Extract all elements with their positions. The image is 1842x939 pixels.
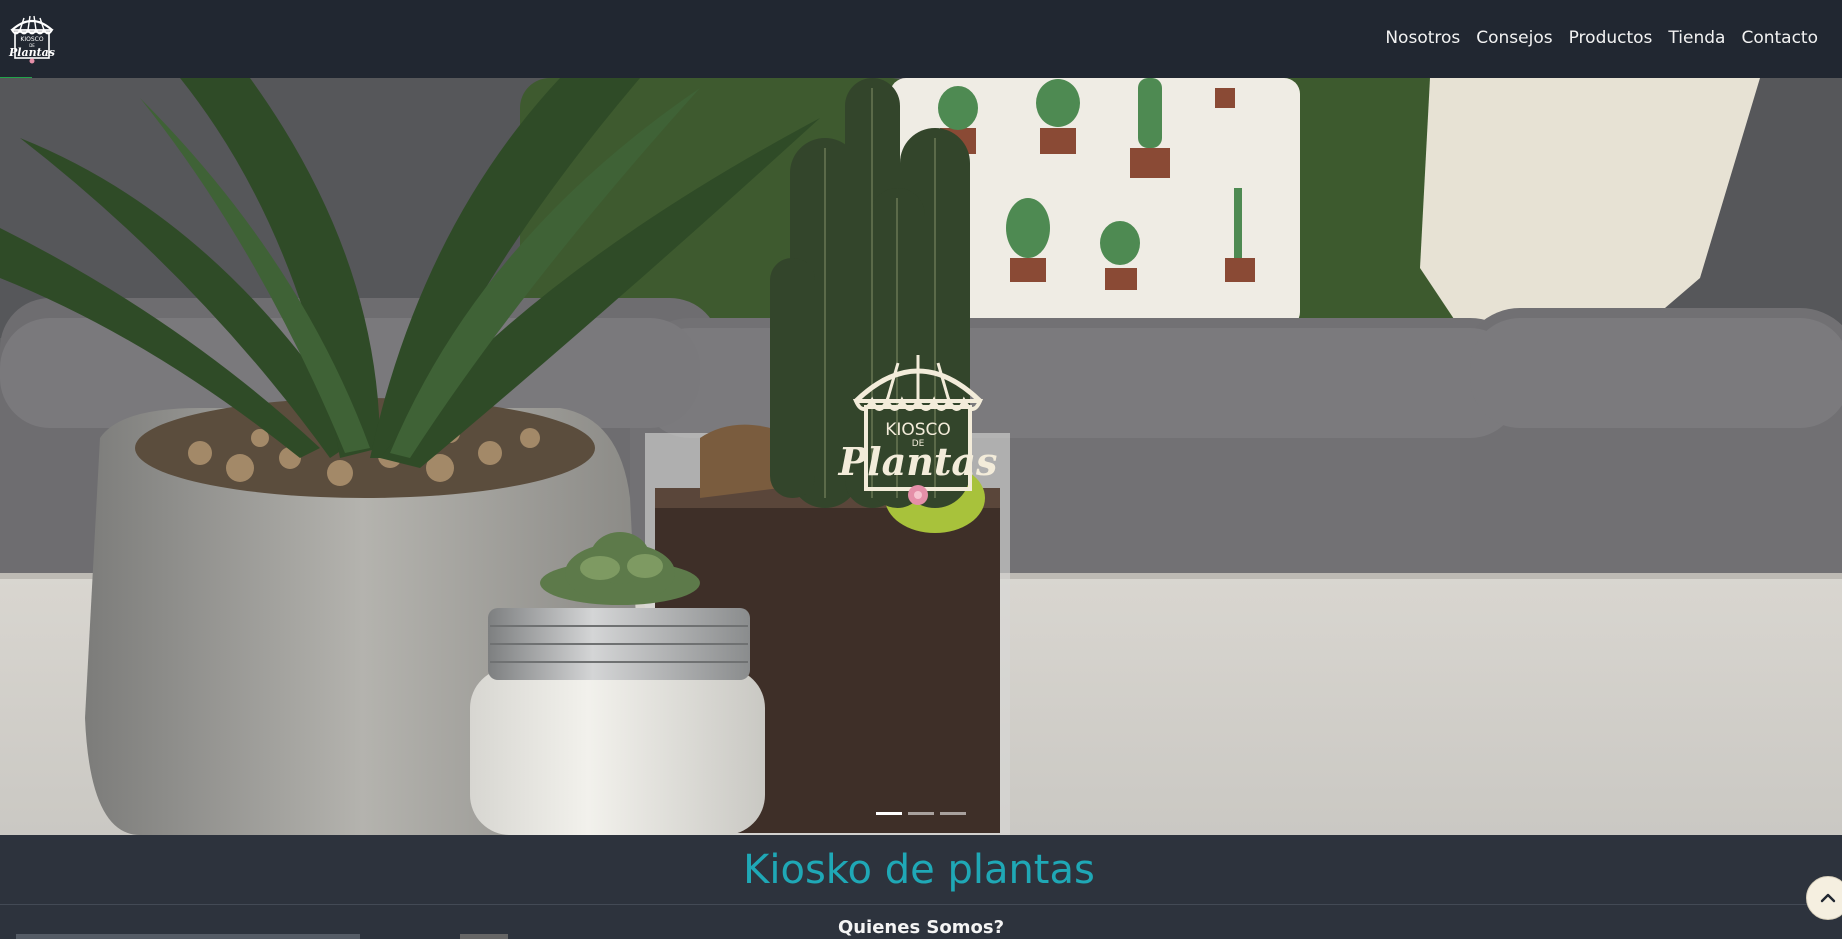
carousel-indicators bbox=[0, 812, 1842, 815]
main-menu: Nosotros Consejos Productos Tienda Conta… bbox=[1377, 26, 1826, 50]
svg-text:KIOSCO: KIOSCO bbox=[20, 36, 43, 43]
nav-nosotros-link[interactable]: Nosotros bbox=[1377, 26, 1468, 50]
brand-logo[interactable]: KIOSCO DE Plantas bbox=[4, 10, 60, 68]
hero-carousel[interactable]: KIOSCO DE Plantas bbox=[0, 78, 1842, 835]
chevron-up-icon bbox=[1820, 893, 1836, 903]
nav-productos-link[interactable]: Productos bbox=[1561, 26, 1661, 50]
svg-text:Plantas: Plantas bbox=[838, 439, 998, 484]
carousel-indicator-3[interactable] bbox=[940, 812, 966, 815]
storefront-logo-icon: KIOSCO DE Plantas bbox=[8, 15, 55, 64]
svg-text:KIOSCO: KIOSCO bbox=[885, 420, 951, 440]
horizontal-scrollbar[interactable] bbox=[16, 934, 360, 939]
section-heading: Kiosko de plantas bbox=[0, 835, 1842, 905]
carousel-indicator-1[interactable] bbox=[876, 812, 902, 815]
svg-text:Plantas: Plantas bbox=[8, 46, 55, 59]
carousel-indicator-2[interactable] bbox=[908, 812, 934, 815]
hero-image: KIOSCO DE Plantas bbox=[0, 78, 1842, 835]
page-title: Kiosko de plantas bbox=[743, 846, 1095, 893]
scroll-to-top-button[interactable] bbox=[1806, 876, 1842, 920]
top-navbar: KIOSCO DE Plantas Nosotros Consejos Prod… bbox=[0, 0, 1842, 78]
nav-contacto-link[interactable]: Contacto bbox=[1733, 26, 1826, 50]
horizontal-scrollbar-thumb[interactable] bbox=[460, 934, 508, 939]
nav-consejos-link[interactable]: Consejos bbox=[1468, 26, 1560, 50]
nav-tienda-link[interactable]: Tienda bbox=[1660, 26, 1733, 50]
